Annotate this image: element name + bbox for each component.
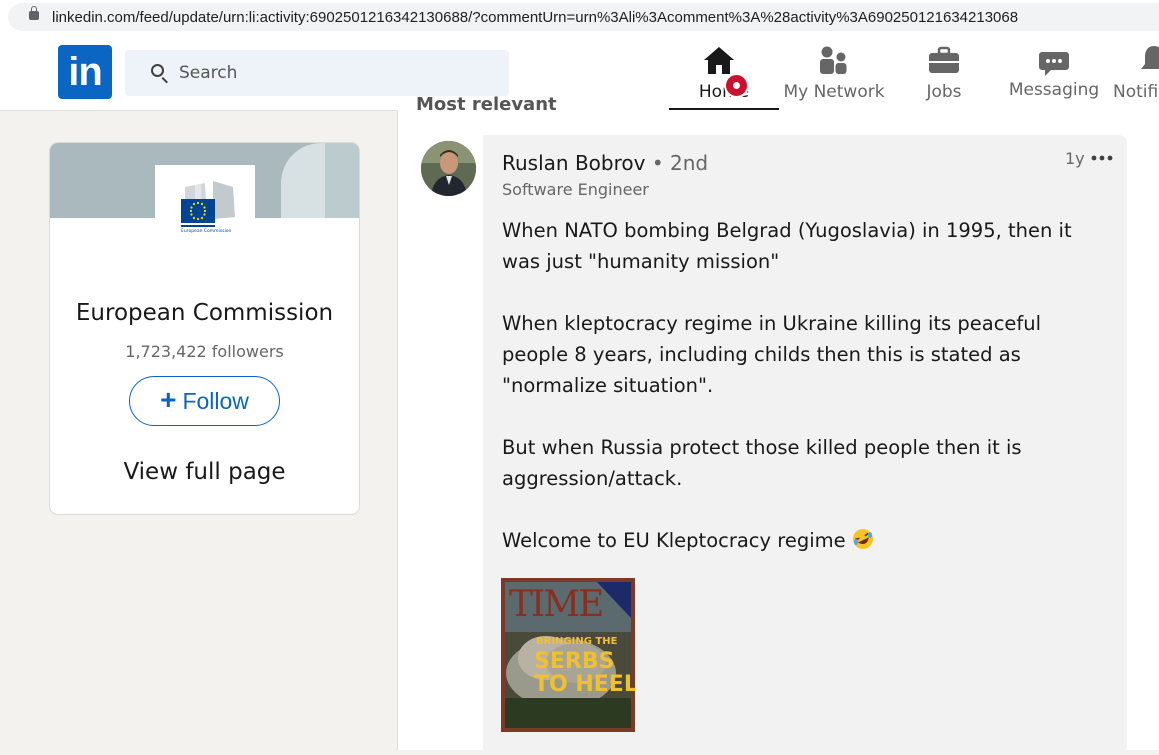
attached-image[interactable]: TIME BRINGING THE SERBS TO HEEL <box>501 578 635 732</box>
plus-icon: + <box>160 383 177 415</box>
nav-jobs-label: Jobs <box>926 82 962 102</box>
logo-caption: European Commission <box>181 228 231 234</box>
comment-bubble: Ruslan Bobrov • 2nd Software Engineer 1y… <box>483 135 1127 755</box>
comment-paragraph: When kleptocracy regime in Ukraine killi… <box>502 312 1042 397</box>
comment-time: 1y <box>1065 149 1085 168</box>
briefcase-icon <box>929 46 959 73</box>
linkedin-logo[interactable]: in <box>58 45 112 99</box>
cover-headline-line-3: TO HEEL <box>534 672 635 697</box>
more-options-icon[interactable] <box>1091 155 1113 161</box>
follow-label: Follow <box>182 387 249 414</box>
top-navigation: in Home My Network Jobs <box>0 34 1159 111</box>
commenter-name[interactable]: Ruslan Bobrov <box>502 151 645 175</box>
follow-button[interactable]: + Follow <box>129 376 280 426</box>
european-commission-logo: European Commission <box>181 181 235 234</box>
commenter-name-line[interactable]: Ruslan Bobrov • 2nd <box>502 151 708 175</box>
follower-count: 1,723,422 followers <box>125 342 284 361</box>
rofl-emoji-icon <box>852 529 873 549</box>
nav-messaging-label: Messaging <box>1008 80 1100 100</box>
organization-card: European Commission European Commission … <box>49 142 360 515</box>
cover-headline-line-2: SERBS <box>534 649 614 674</box>
sort-dropdown[interactable]: Most relevant <box>416 94 557 115</box>
commenter-avatar[interactable] <box>421 141 476 196</box>
lock-icon[interactable] <box>29 6 39 20</box>
url-text[interactable]: linkedin.com/feed/update/urn:li:activity… <box>52 9 1018 26</box>
browser-address-bar: linkedin.com/feed/update/urn:li:activity… <box>0 0 1159 34</box>
view-full-page-link[interactable]: View full page <box>50 459 359 485</box>
search-box[interactable] <box>125 50 509 96</box>
search-icon <box>151 64 164 77</box>
notification-badge <box>724 73 749 98</box>
bell-icon <box>1141 46 1159 69</box>
home-icon <box>704 47 734 74</box>
comment-paragraph: But when Russia protect those killed peo… <box>502 436 1022 490</box>
nav-my-network[interactable]: My Network <box>779 34 889 110</box>
message-icon <box>1039 52 1069 76</box>
organization-logo[interactable]: European Commission <box>155 165 255 241</box>
nav-notifications[interactable]: Notifi <box>1109 34 1159 110</box>
nav-jobs[interactable]: Jobs <box>889 34 999 110</box>
comment-paragraph-text: Welcome to EU Kleptocracy regime <box>502 529 846 552</box>
nav-notifications-label: Notifi <box>1113 82 1159 102</box>
main-feed: Most relevant Ruslan Bobrov • 2nd Softwa… <box>397 94 1159 755</box>
connection-degree: • 2nd <box>651 151 709 175</box>
cover-headline-line-1: BRINGING THE <box>536 636 618 647</box>
magazine-masthead: TIME <box>509 584 602 625</box>
comment-paragraph: When NATO bombing Belgrad (Yugoslavia) i… <box>502 219 1072 273</box>
comment-paragraph-last: Welcome to EU Kleptocracy regime <box>502 525 1112 556</box>
nav-messaging[interactable]: Messaging <box>999 34 1109 110</box>
nav-my-network-label: My Network <box>783 82 885 102</box>
nav-home[interactable]: Home <box>669 34 779 110</box>
commenter-headline: Software Engineer <box>502 180 649 199</box>
organization-name[interactable]: European Commission <box>50 300 359 326</box>
search-input[interactable] <box>179 50 479 96</box>
url-field[interactable]: linkedin.com/feed/update/urn:li:activity… <box>8 3 1159 31</box>
network-icon <box>820 46 847 74</box>
